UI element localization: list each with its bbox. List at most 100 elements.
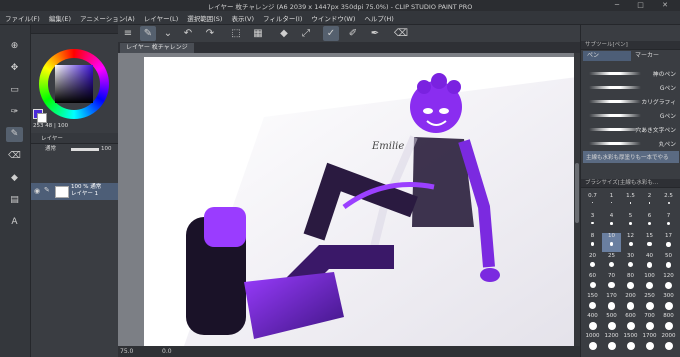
brush-size-option[interactable]: 700 <box>640 313 659 332</box>
sub-color-swatch[interactable] <box>37 113 47 123</box>
brush-item[interactable]: 神のペン <box>583 67 679 80</box>
brush-size-option[interactable]: 1500 <box>621 333 640 352</box>
brush-size-option[interactable]: 300 <box>659 293 678 312</box>
brush-item[interactable]: 丸ペン <box>583 137 679 150</box>
brush-size-option[interactable]: 20 <box>583 253 602 272</box>
menu-selection[interactable]: 選択範囲(S) <box>182 11 226 23</box>
brush-size-option[interactable]: 150 <box>583 293 602 312</box>
menu-animation[interactable]: アニメーション(A) <box>75 11 139 23</box>
brush-size-option[interactable]: 1 <box>602 193 621 212</box>
fill-tool-icon[interactable]: ◆ <box>6 171 23 186</box>
brush-size-option[interactable]: 2 <box>640 193 659 212</box>
brush-size-option[interactable]: 600 <box>621 313 640 332</box>
brush-size-option[interactable]: 10 <box>602 233 621 252</box>
brush-size-option[interactable]: 1200 <box>602 333 621 352</box>
brush-item[interactable]: Gペン <box>583 81 679 94</box>
brush-size-option[interactable]: 25 <box>602 253 621 272</box>
chevron-down-icon[interactable]: ⌄ <box>160 26 176 41</box>
canvas-area[interactable]: Emilie <box>118 53 577 346</box>
pen-tool-icon[interactable]: ✎ <box>140 26 156 41</box>
tab-marker[interactable]: マーカー <box>631 51 679 61</box>
selection-icon[interactable]: ⬚ <box>228 26 244 41</box>
menu-view[interactable]: 表示(V) <box>226 11 258 23</box>
redo-icon[interactable]: ↷ <box>202 26 218 41</box>
scroll-thumb[interactable] <box>575 163 579 223</box>
menu-window[interactable]: ウインドウ(W) <box>306 11 359 23</box>
brush-size-option[interactable]: 400 <box>583 313 602 332</box>
opacity-value[interactable]: 100 <box>101 143 112 155</box>
pen-lock-icon[interactable]: ✎ <box>44 186 50 194</box>
brush-size-option[interactable]: 70 <box>602 273 621 292</box>
brush-size-option[interactable]: 60 <box>583 273 602 292</box>
text-tool-icon[interactable]: A <box>6 215 23 230</box>
menu-layer[interactable]: レイヤー(L) <box>139 11 183 23</box>
brush-size-option[interactable]: 30 <box>621 253 640 272</box>
brush-size-dot <box>645 322 654 330</box>
brush-size-option[interactable]: 2.5 <box>659 193 678 212</box>
stabilizer-icon[interactable]: ✓ <box>323 26 339 41</box>
brush-size-dot <box>665 282 672 289</box>
pen-tool-icon[interactable]: ✎ <box>6 127 23 142</box>
color-square[interactable] <box>55 65 93 103</box>
eraser-icon[interactable]: ⌫ <box>393 26 409 41</box>
tab-pen[interactable]: ペン <box>583 51 631 61</box>
transform-icon[interactable]: ⤢ <box>298 26 314 41</box>
menu-filter[interactable]: フィルター(I) <box>258 11 306 23</box>
selected-brush-item[interactable]: 主線も水彩も厚塗りも一本でやる <box>583 151 679 163</box>
layer-thumbnail <box>55 186 69 198</box>
undo-icon[interactable]: ↶ <box>180 26 196 41</box>
brush-size-option[interactable]: 170 <box>602 293 621 312</box>
menu-edit[interactable]: 編集(E) <box>44 11 75 23</box>
brush-size-option[interactable]: 0.7 <box>583 193 602 212</box>
layer-row[interactable]: ◉ ✎ 100 % 通常 レイヤー 1 <box>31 183 118 200</box>
gradient-tool-icon[interactable]: ▤ <box>6 193 23 208</box>
brush-size-option[interactable]: 120 <box>659 273 678 292</box>
eye-icon[interactable]: ◉ <box>34 187 40 195</box>
menu-help[interactable]: ヘルプ(H) <box>359 11 397 23</box>
brush-size-option[interactable]: 50 <box>659 253 678 272</box>
brush-size-option[interactable]: 7 <box>659 213 678 232</box>
window-controls[interactable]: ─ □ ✕ <box>615 1 676 9</box>
blend-mode-select[interactable]: 通常 <box>45 143 56 155</box>
zoom-tool-icon[interactable]: ⊕ <box>6 39 23 54</box>
brush-size-option[interactable]: 200 <box>621 293 640 312</box>
brush-size-label: 400 <box>587 313 598 319</box>
brush-item[interactable]: Gペン <box>583 109 679 122</box>
brush-size-option[interactable]: 1.5 <box>621 193 640 212</box>
brush-item[interactable]: カリグラフィ <box>583 95 679 108</box>
brush-size-option[interactable]: 3 <box>583 213 602 232</box>
clear-icon[interactable]: ▦ <box>250 26 266 41</box>
canvas[interactable]: Emilie <box>144 57 577 346</box>
brush-size-option[interactable]: 5 <box>621 213 640 232</box>
brush-size-option[interactable]: 80 <box>621 273 640 292</box>
menu-icon[interactable]: ≡ <box>120 26 136 41</box>
menu-file[interactable]: ファイル(F) <box>0 11 44 23</box>
brush-size-label: 5 <box>628 213 633 219</box>
brush-size-option[interactable]: 1000 <box>583 333 602 352</box>
brush-size-option[interactable]: 2000 <box>659 333 678 352</box>
brush-size-option[interactable]: 1700 <box>640 333 659 352</box>
move-tool-icon[interactable]: ✥ <box>6 61 23 76</box>
selection-tool-icon[interactable]: ▭ <box>6 83 23 98</box>
brush-size-option[interactable]: 800 <box>659 313 678 332</box>
eyedropper-icon[interactable]: ✑ <box>6 105 23 120</box>
opacity-slider[interactable] <box>71 148 99 151</box>
brush-size-option[interactable]: 250 <box>640 293 659 312</box>
brush-size-option[interactable]: 500 <box>602 313 621 332</box>
brush-size-option[interactable]: 4 <box>602 213 621 232</box>
zoom-readout[interactable]: 75.0 <box>120 346 133 357</box>
pen-icon[interactable]: ✒ <box>367 26 383 41</box>
brush-size-option[interactable]: 8 <box>583 233 602 252</box>
brush-size-option[interactable]: 100 <box>640 273 659 292</box>
rotate-readout[interactable]: 0.0 <box>162 346 172 357</box>
brush-size-option[interactable]: 12 <box>621 233 640 252</box>
brush-size-option[interactable]: 40 <box>640 253 659 272</box>
brush-size-option[interactable]: 15 <box>640 233 659 252</box>
fill-icon[interactable]: ◆ <box>276 26 292 41</box>
brush-size-option[interactable]: 17 <box>659 233 678 252</box>
brush-size-option[interactable]: 6 <box>640 213 659 232</box>
brush-icon[interactable]: ✐ <box>345 26 361 41</box>
brush-item[interactable]: 穴あき文字ペン <box>583 123 679 136</box>
tab-document[interactable]: レイヤー 枚チャレンジ <box>120 43 194 53</box>
eraser-tool-icon[interactable]: ⌫ <box>6 149 23 164</box>
